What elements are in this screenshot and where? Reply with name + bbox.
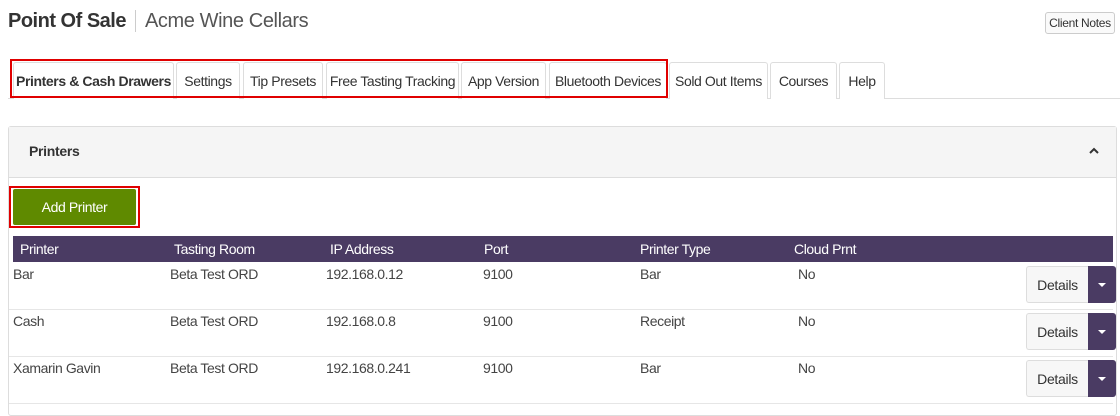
- table-row: Xamarin Gavin Beta Test ORD 192.168.0.24…: [9, 356, 1116, 404]
- tab-bluetooth-devices[interactable]: Bluetooth Devices: [549, 62, 667, 99]
- caret-down-icon: [1098, 282, 1106, 287]
- page-title: Point Of Sale: [8, 9, 126, 32]
- column-header-printer-type: Printer Type: [640, 241, 711, 257]
- chevron-up-icon[interactable]: [1088, 145, 1100, 157]
- cell-printer: Xamarin Gavin: [13, 360, 101, 376]
- details-dropdown-toggle[interactable]: [1088, 360, 1116, 397]
- add-printer-button[interactable]: Add Printer: [13, 189, 136, 225]
- table-row: Bar Beta Test ORD 192.168.0.12 9100 Bar …: [9, 262, 1116, 310]
- cell-ip-address: 192.168.0.12: [326, 266, 403, 282]
- cell-printer-type: Bar: [640, 360, 661, 376]
- caret-down-icon: [1098, 329, 1106, 334]
- details-dropdown-toggle[interactable]: [1088, 266, 1116, 303]
- cell-printer-type: Receipt: [640, 313, 685, 329]
- client-notes-button[interactable]: Client Notes: [1045, 12, 1115, 34]
- details-button-group: Details: [1026, 313, 1116, 350]
- cell-ip-address: 192.168.0.8: [326, 313, 396, 329]
- cell-tasting-room: Beta Test ORD: [170, 313, 258, 329]
- tab-sold-out-items[interactable]: Sold Out Items: [669, 62, 768, 99]
- cell-tasting-room: Beta Test ORD: [170, 360, 258, 376]
- cell-cloud-prnt: No: [798, 360, 816, 376]
- page-subtitle: Acme Wine Cellars: [144, 9, 309, 32]
- panel-header[interactable]: Printers: [9, 127, 1116, 178]
- details-dropdown-toggle[interactable]: [1088, 313, 1116, 350]
- column-header-port: Port: [484, 241, 509, 257]
- details-button[interactable]: Details: [1026, 266, 1088, 303]
- tab-free-tasting-tracking[interactable]: Free Tasting Tracking: [326, 62, 459, 99]
- page-header: Point Of Sale Acme Wine Cellars: [8, 6, 309, 36]
- cell-port: 9100: [483, 266, 513, 282]
- table-header: Printer Tasting Room IP Address Port Pri…: [13, 236, 1113, 262]
- cell-cloud-prnt: No: [798, 266, 816, 282]
- cell-printer: Cash: [13, 313, 45, 329]
- cell-tasting-room: Beta Test ORD: [170, 266, 258, 282]
- details-button-group: Details: [1026, 266, 1116, 303]
- details-button[interactable]: Details: [1026, 360, 1088, 397]
- details-button-group: Details: [1026, 360, 1116, 397]
- column-header-tasting-room: Tasting Room: [174, 241, 255, 257]
- column-header-ip-address: IP Address: [330, 241, 394, 257]
- tab-tip-presets[interactable]: Tip Presets: [243, 62, 323, 99]
- caret-down-icon: [1098, 376, 1106, 381]
- table-row: Cash Beta Test ORD 192.168.0.8 9100 Rece…: [9, 309, 1116, 357]
- details-button[interactable]: Details: [1026, 313, 1088, 350]
- panel-title: Printers: [29, 143, 80, 159]
- column-header-cloud-prnt: Cloud Prnt: [794, 241, 857, 257]
- cell-cloud-prnt: No: [798, 313, 816, 329]
- cell-printer: Bar: [13, 266, 34, 282]
- tab-settings[interactable]: Settings: [176, 62, 240, 99]
- tab-app-version[interactable]: App Version: [461, 62, 546, 99]
- tab-printers-cash-drawers[interactable]: Printers & Cash Drawers: [13, 62, 174, 99]
- cell-port: 9100: [483, 313, 513, 329]
- header-divider: [134, 10, 136, 32]
- cell-ip-address: 192.168.0.241: [326, 360, 411, 376]
- cell-port: 9100: [483, 360, 513, 376]
- tab-courses[interactable]: Courses: [770, 62, 837, 99]
- column-header-printer: Printer: [20, 241, 59, 257]
- tab-help[interactable]: Help: [839, 62, 885, 99]
- cell-printer-type: Bar: [640, 266, 661, 282]
